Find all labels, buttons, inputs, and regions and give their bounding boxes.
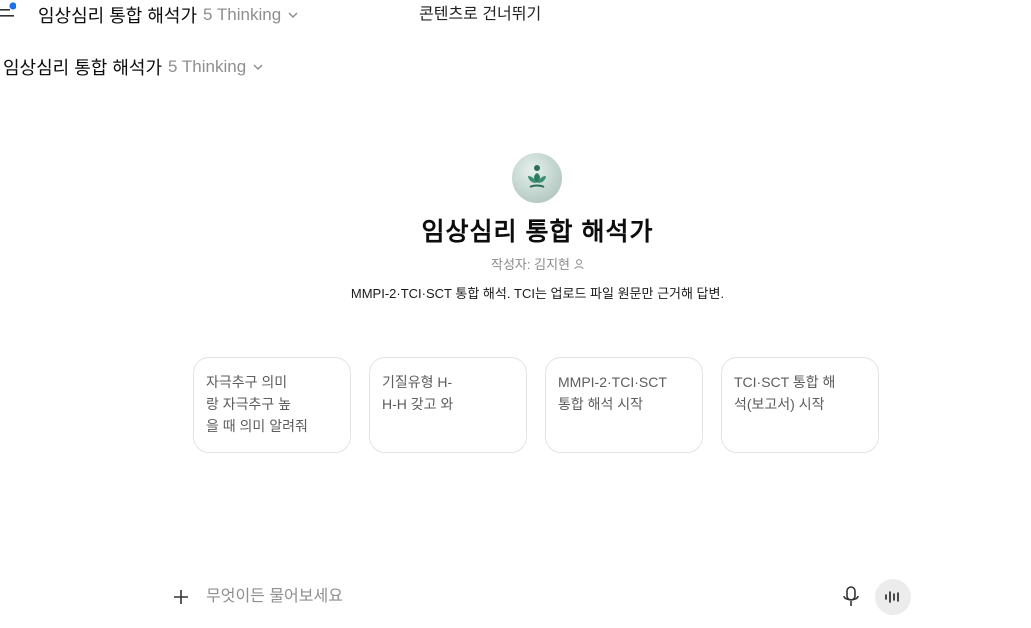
gpt-name: 임상심리 통합 해석가 [421, 218, 654, 246]
model-name-secondary: 5 Thinking [168, 57, 264, 77]
gpt-title-secondary: 임상심리 통합 해석가 [3, 58, 163, 78]
chevron-down-icon [253, 64, 263, 71]
plus-icon[interactable] [170, 586, 192, 608]
suggestion-text: 자극추구 의미 [206, 374, 288, 390]
plant-logo-icon [528, 165, 546, 188]
gpt-author[interactable]: 작성자: 김지현 [0, 254, 1031, 273]
composer [160, 578, 920, 618]
suggestion-card[interactable]: 기질유형 H- H-H 갖고 와 [369, 357, 527, 453]
prompt-input[interactable] [206, 586, 806, 608]
skip-to-content-link[interactable]: 콘텐츠로 건너뛰기 [419, 0, 541, 24]
suggestion-text: TCI·SCT 통합 해 [734, 374, 836, 390]
sidebar-menu-icon[interactable] [0, 2, 17, 20]
suggestion-text: 통합 해석 시작 [558, 396, 644, 412]
suggestion-card[interactable]: 자극추구 의미 랑 자극추구 높 을 때 의미 알려줘 [193, 357, 351, 453]
suggestion-text: 기질유형 H- [382, 374, 453, 390]
voice-mode-button[interactable] [875, 579, 911, 615]
suggestion-text: 랑 자극추구 높 [206, 396, 292, 412]
suggestion-text: MMPI-2·TCI·SCT [558, 374, 667, 390]
person-icon [574, 258, 584, 269]
model-selector-secondary[interactable]: 임상심리 통합 해석가 5 Thinking [3, 54, 264, 80]
suggestion-text: H-H 갖고 와 [382, 396, 454, 412]
gpt-description: MMPI-2·TCI·SCT 통합 해석. TCI는 업로드 파일 원문만 근거… [350, 286, 725, 301]
gpt-avatar [512, 153, 562, 203]
suggestion-text: 을 때 의미 알려줘 [206, 418, 308, 434]
suggestion-text: 석(보고서) 시작 [734, 396, 825, 412]
model-selector[interactable]: 임상심리 통합 해석가 5 Thinking [38, 2, 299, 28]
microphone-icon[interactable] [840, 585, 862, 609]
model-name: 5 Thinking [203, 5, 299, 25]
chevron-down-icon [288, 12, 298, 19]
suggestion-card[interactable]: TCI·SCT 통합 해 석(보고서) 시작 [721, 357, 879, 453]
gpt-title: 임상심리 통합 해석가 [38, 6, 198, 26]
suggestion-card[interactable]: MMPI-2·TCI·SCT 통합 해석 시작 [545, 357, 703, 453]
voice-mode-icon [885, 591, 899, 603]
author-label: 작성자: 김지현 [491, 257, 570, 272]
